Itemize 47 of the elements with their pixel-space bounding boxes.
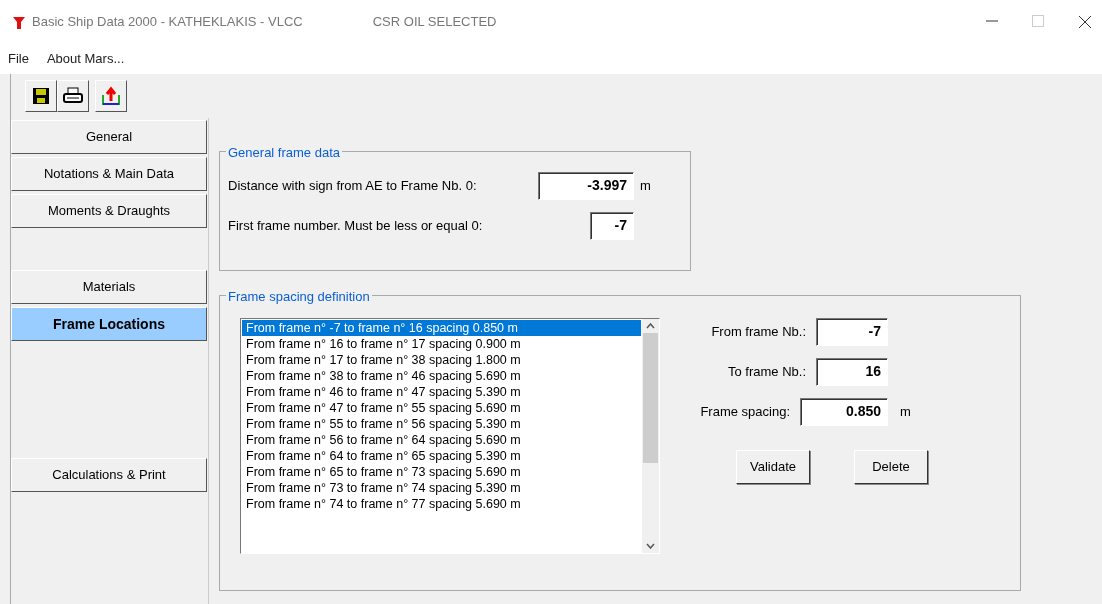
field-label: From frame Nb.: (710, 323, 807, 342)
field-label: To frame Nb.: (726, 363, 807, 382)
nav-button[interactable]: Materials (11, 270, 207, 304)
frame-spacing-list[interactable] (240, 318, 660, 554)
input-field[interactable]: -7 (816, 318, 888, 346)
list-item[interactable]: From frame n° 74 to frame n° 77 spacing 5.690 m (242, 496, 641, 512)
list-item[interactable]: From frame n° 17 to frame n° 38 spacing 1.800 m (242, 352, 641, 368)
list-item[interactable]: From frame n° 65 to frame n° 73 spacing 5.690 m (242, 464, 641, 480)
field-label: First frame number. Must be less or equal 0: (228, 217, 484, 236)
list-item[interactable]: From frame n° 55 to frame n° 56 spacing 5.390 m (242, 416, 641, 432)
nav-button[interactable]: Calculations & Print (11, 458, 207, 492)
input-field[interactable]: -3.997 (538, 172, 634, 200)
action-button[interactable]: Delete (854, 450, 928, 484)
printer-icon (63, 87, 83, 105)
menu-item[interactable]: File (6, 49, 31, 69)
list-item[interactable]: From frame n° 73 to frame n° 74 spacing 5.390 m (242, 480, 641, 496)
list-item[interactable]: From frame n° -7 to frame n° 16 spacing 0.850 m (242, 320, 641, 336)
list-item[interactable]: From frame n° 56 to frame n° 64 spacing 5.690 m (242, 432, 641, 448)
list-item[interactable]: From frame n° 47 to frame n° 55 spacing 5.690 m (242, 400, 641, 416)
menu-item[interactable]: About Mars... (44, 49, 127, 69)
status-text: CSR OIL SELECTED (372, 13, 497, 32)
nav-button[interactable]: Frame Locations (11, 307, 207, 341)
input-field[interactable]: 0.850 (800, 398, 888, 426)
nav-button[interactable]: General (11, 120, 207, 154)
field-label: Frame spacing: (699, 403, 791, 422)
list-item[interactable]: From frame n° 46 to frame n° 47 spacing 5.390 m (242, 384, 641, 400)
scrollbar[interactable] (642, 319, 659, 553)
save-button[interactable] (25, 80, 57, 112)
scroll-up-icon[interactable] (646, 323, 655, 329)
app-icon (12, 14, 26, 30)
field-label: Distance with sign from AE to Frame Nb. 0: (228, 177, 478, 196)
nav-button[interactable]: Notations & Main Data (11, 157, 207, 191)
list-item[interactable]: From frame n° 16 to frame n° 17 spacing 0.900 m (242, 336, 641, 352)
unit-label: m (900, 403, 911, 422)
action-button[interactable]: Validate (736, 450, 810, 484)
list-item[interactable]: From frame n° 64 to frame n° 65 spacing 5.390 m (242, 448, 641, 464)
upload-icon (101, 86, 121, 106)
close-icon[interactable] (1078, 15, 1092, 29)
scroll-down-icon[interactable] (646, 543, 655, 549)
window-title: Basic Ship Data 2000 - KATHEKLAKIS - VLCC (32, 13, 303, 32)
list-item[interactable]: From frame n° 38 to frame n° 46 spacing 5.690 m (242, 368, 641, 384)
export-button[interactable] (95, 80, 127, 112)
input-field[interactable]: 16 (816, 358, 888, 386)
nav-button[interactable]: Moments & Draughts (11, 194, 207, 228)
unit-label: m (640, 177, 651, 196)
input-field[interactable]: -7 (590, 212, 634, 240)
print-button[interactable] (57, 80, 89, 112)
